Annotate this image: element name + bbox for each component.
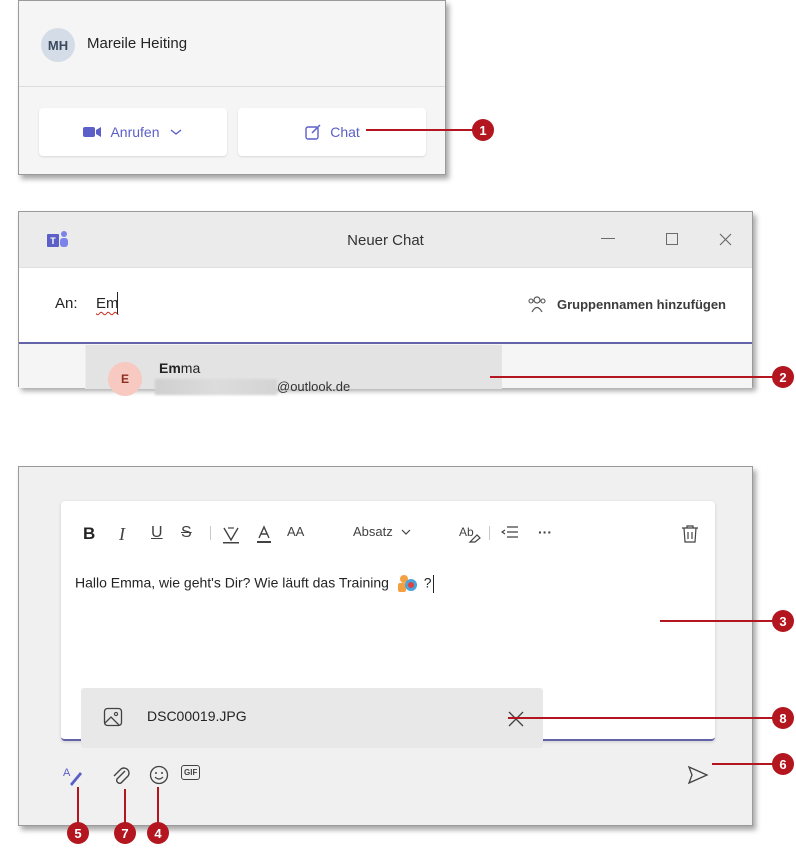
gif-label: GIF — [181, 765, 201, 780]
video-camera-icon — [83, 127, 102, 137]
message-body: Hallo Emma, wie geht's Dir? Wie läuft da… — [75, 574, 389, 591]
gif-button[interactable]: GIF — [181, 765, 201, 780]
paragraph-dropdown[interactable]: Absatz — [353, 524, 413, 539]
bold-button[interactable]: B — [83, 524, 95, 544]
contact-name: Mareile Heiting — [87, 35, 188, 52]
send-icon[interactable] — [687, 765, 709, 785]
contact-card: MH Mareile Heiting Anrufen Chat — [18, 0, 446, 175]
text-caret — [433, 575, 435, 593]
call-label: Anrufen — [110, 124, 160, 140]
minimize-icon[interactable] — [595, 226, 621, 252]
font-size-button[interactable]: AA — [287, 524, 304, 539]
message-text: Hallo Emma, wie geht's Dir? Wie läuft da… — [75, 574, 435, 594]
callout-line — [712, 763, 778, 765]
close-icon[interactable] — [712, 226, 738, 252]
underline-button[interactable]: U — [151, 524, 163, 542]
athlete-emoji-icon — [397, 575, 417, 592]
compose-icon — [305, 124, 321, 140]
name-match: Em — [159, 360, 181, 376]
trash-icon[interactable] — [681, 524, 699, 544]
chevron-down-icon — [170, 129, 181, 135]
to-label: An: — [55, 295, 78, 312]
toolbar-separator — [210, 526, 211, 540]
callout-line — [157, 787, 159, 827]
svg-text:A: A — [63, 767, 71, 779]
indent-icon[interactable] — [501, 524, 519, 540]
emoji-icon[interactable] — [149, 765, 169, 785]
recipient-input[interactable]: Em — [96, 295, 119, 312]
compose-panel: B I U S AA Absatz Ab ··· Hallo Emma, wie… — [18, 466, 753, 826]
message-end: ? — [423, 574, 432, 591]
toolbar-separator — [489, 526, 490, 540]
paragraph-label: Absatz — [353, 524, 393, 539]
add-group-name-label: Gruppennamen hinzufügen — [557, 296, 726, 312]
divider — [19, 86, 445, 87]
maximize-icon[interactable] — [659, 226, 685, 252]
chat-button[interactable]: Chat — [238, 108, 426, 156]
avatar: E — [108, 362, 142, 396]
image-icon — [103, 707, 123, 727]
callout-badge: 3 — [772, 610, 794, 632]
chat-label: Chat — [330, 124, 360, 140]
font-color-icon[interactable] — [255, 524, 273, 544]
callout-badge: 6 — [772, 753, 794, 775]
text-caret — [117, 292, 118, 314]
callout-badge: 2 — [772, 366, 794, 388]
add-group-name-button[interactable]: Gruppennamen hinzufügen — [527, 295, 726, 313]
italic-button[interactable]: I — [119, 524, 125, 545]
suggestion-email: @outlook.de — [277, 379, 351, 394]
chevron-down-icon — [401, 529, 411, 535]
recipient-area: An: Em Gruppennamen hinzufügen — [19, 268, 752, 344]
strikethrough-button[interactable]: S — [181, 524, 192, 542]
callout-line — [366, 129, 474, 131]
suggestion-name: Emma — [159, 360, 200, 376]
window-title: Neuer Chat — [347, 232, 424, 249]
new-chat-window: T Neuer Chat An: Em Gruppennamen hinzufü… — [18, 211, 753, 396]
name-rest: ma — [180, 360, 201, 376]
callout-badge: 1 — [472, 119, 494, 141]
group-icon — [528, 296, 546, 313]
callout-line — [508, 717, 778, 719]
callout-badge: 7 — [114, 822, 136, 844]
callout-line — [77, 787, 79, 827]
title-bar: T Neuer Chat — [19, 212, 752, 268]
call-button[interactable]: Anrufen — [39, 108, 227, 156]
callout-badge: 4 — [147, 822, 169, 844]
blurred-email-user — [155, 379, 277, 395]
format-icon[interactable]: A — [63, 765, 85, 787]
callout-badge: 5 — [67, 822, 89, 844]
more-options-button[interactable]: ··· — [538, 524, 552, 540]
attach-icon[interactable] — [111, 765, 131, 787]
attachment-name: DSC00019.JPG — [147, 708, 247, 724]
callout-line — [490, 376, 780, 378]
compose-box[interactable]: B I U S AA Absatz Ab ··· Hallo Emma, wie… — [61, 501, 715, 748]
callout-line — [660, 620, 780, 622]
svg-text:Ab: Ab — [459, 525, 474, 539]
clear-formatting-icon[interactable]: Ab — [459, 524, 481, 544]
attachment-chip: DSC00019.JPG — [81, 688, 543, 748]
remove-attachment-icon[interactable] — [508, 711, 524, 727]
callout-badge: 8 — [772, 707, 794, 729]
highlight-icon[interactable] — [221, 524, 241, 544]
avatar: MH — [41, 28, 75, 62]
